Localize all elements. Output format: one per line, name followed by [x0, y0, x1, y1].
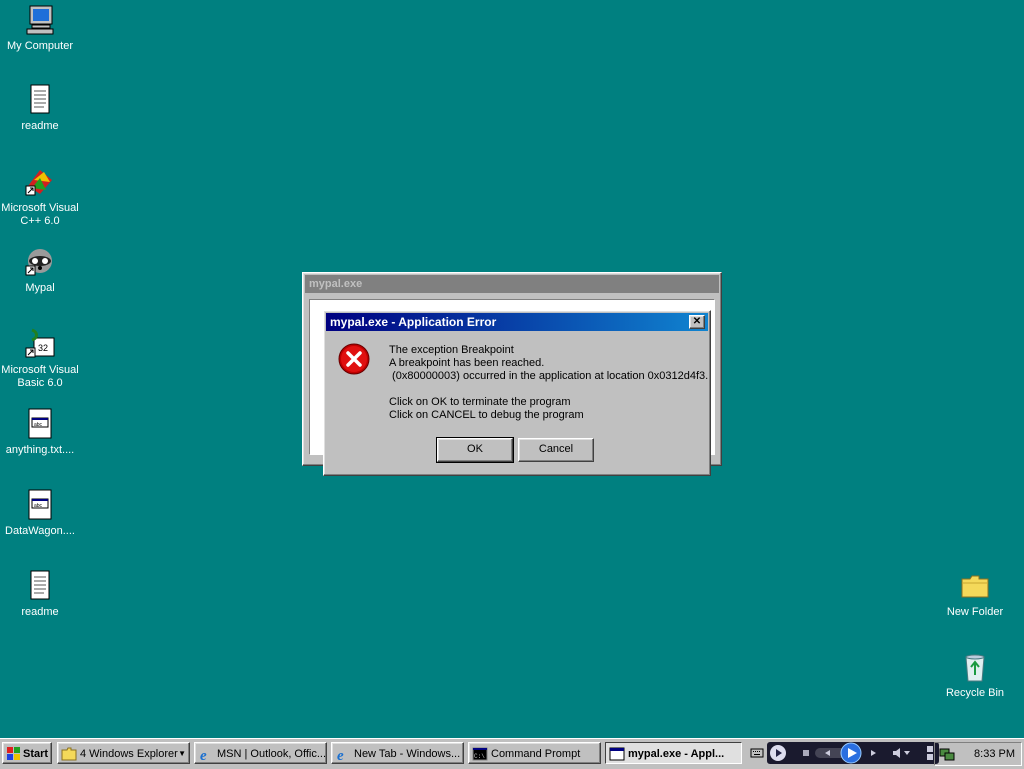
vc-shortcut-icon: [24, 166, 56, 198]
desktop-icon-datawagon[interactable]: abc DataWagon....: [0, 489, 80, 538]
taskbar: Start 4 Windows Explorer ▼ e MSN | Outlo…: [0, 738, 1024, 769]
text-document-icon: [24, 84, 56, 116]
window-icon: [609, 746, 625, 762]
application-error-dialog[interactable]: mypal.exe - Application Error ✕ The exce…: [323, 310, 711, 476]
desktop-icon-new-folder[interactable]: New Folder: [935, 570, 1015, 619]
ie-icon: e: [198, 746, 214, 763]
notepad-file-icon: abc: [24, 489, 56, 521]
close-button[interactable]: ✕: [689, 315, 705, 329]
desktop-icon-label: readme: [21, 120, 59, 132]
media-controls-icon: [770, 742, 933, 764]
system-tray: 8:33 PM: [934, 742, 1022, 766]
taskbar-button-label: Command Prompt: [491, 748, 581, 760]
desktop-icon-my-computer[interactable]: My Computer: [0, 4, 80, 53]
desktop-icon-label: Recycle Bin: [945, 687, 1005, 699]
desktop-icon-mypal[interactable]: Mypal: [0, 246, 80, 295]
error-icon: [338, 343, 370, 375]
desktop-icon-label: anything.txt....: [5, 444, 75, 456]
desktop-icon-label: My Computer: [6, 40, 74, 52]
taskbar-button-new-tab[interactable]: e New Tab - Windows...: [331, 742, 464, 764]
svg-text:abc: abc: [34, 422, 43, 428]
svg-text:e: e: [337, 748, 344, 762]
start-button[interactable]: Start: [2, 742, 52, 764]
desktop-icon-visual-cpp[interactable]: Microsoft Visual C++ 6.0: [0, 166, 80, 228]
desktop-icon-readme[interactable]: readme: [0, 84, 80, 133]
desktop-icon-label: Microsoft Visual Basic 6.0: [1, 364, 79, 389]
svg-text:32: 32: [38, 343, 48, 353]
recycle-bin-icon: [959, 651, 991, 683]
ok-button[interactable]: OK: [436, 437, 514, 463]
message-line: Click on CANCEL to debug the program: [389, 409, 584, 421]
windows-logo-icon: [6, 746, 22, 762]
desktop-icon-label: New Folder: [946, 606, 1004, 618]
desktop-icon-label: readme: [21, 606, 59, 618]
message-line: (0x80000003) occurred in the application…: [389, 370, 709, 382]
desktop-icon-visual-basic[interactable]: 32 Microsoft Visual Basic 6.0: [0, 328, 80, 390]
desktop-icon-anything-txt[interactable]: abc anything.txt....: [0, 408, 80, 457]
desktop-icon-recycle-bin[interactable]: Recycle Bin: [935, 651, 1015, 700]
dialog-title: mypal.exe - Application Error: [330, 315, 497, 329]
svg-text:abc: abc: [34, 503, 43, 509]
taskbar-button-label: 4 Windows Explorer: [80, 748, 178, 760]
keyboard-icon[interactable]: [750, 746, 764, 760]
background-window-title: mypal.exe: [305, 275, 719, 293]
media-player-toolbar[interactable]: [767, 742, 939, 764]
start-label: Start: [23, 748, 49, 760]
taskbar-button-label: New Tab - Windows...: [354, 748, 461, 760]
message-line: A breakpoint has been reached.: [389, 357, 545, 369]
taskbar-button-label: MSN | Outlook, Offic...: [217, 748, 327, 760]
desktop-icon-label: DataWagon....: [5, 525, 75, 537]
message-line: The exception Breakpoint: [389, 344, 514, 356]
close-icon: ✕: [692, 316, 702, 327]
cancel-button[interactable]: Cancel: [518, 438, 594, 462]
ie-icon: e: [335, 746, 351, 763]
taskbar-button-mypal-error[interactable]: mypal.exe - Appl...: [605, 742, 742, 764]
taskbar-button-label: mypal.exe - Appl...: [628, 748, 725, 760]
taskbar-button-windows-explorer[interactable]: 4 Windows Explorer ▼: [57, 742, 190, 764]
computer-icon: [24, 4, 56, 36]
message-line: Click on OK to terminate the program: [389, 396, 571, 408]
taskbar-button-msn-outlook[interactable]: e MSN | Outlook, Offic...: [194, 742, 327, 764]
network-icon[interactable]: [939, 746, 955, 762]
desktop-icon-label: Microsoft Visual C++ 6.0: [1, 202, 79, 227]
text-document-icon: [24, 570, 56, 602]
desktop-icon-label: Mypal: [25, 282, 55, 294]
desktop-icon-readme-2[interactable]: readme: [0, 570, 80, 619]
message-line: [389, 383, 708, 396]
clock[interactable]: 8:33 PM: [974, 743, 1015, 765]
vb-shortcut-icon: 32: [24, 328, 56, 360]
folder-icon: [61, 746, 77, 762]
folder-icon: [959, 570, 991, 602]
dialog-title-bar[interactable]: mypal.exe - Application Error ✕: [326, 313, 708, 331]
dialog-message: The exception Breakpoint A breakpoint ha…: [389, 344, 708, 422]
taskbar-button-command-prompt[interactable]: C:\ Command Prompt: [468, 742, 601, 764]
raccoon-shortcut-icon: [24, 246, 56, 278]
svg-text:e: e: [200, 748, 207, 762]
chevron-down-icon: ▼: [178, 749, 186, 758]
svg-text:C:\: C:\: [474, 753, 485, 760]
notepad-file-icon: abc: [24, 408, 56, 440]
cmd-icon: C:\: [472, 746, 488, 762]
